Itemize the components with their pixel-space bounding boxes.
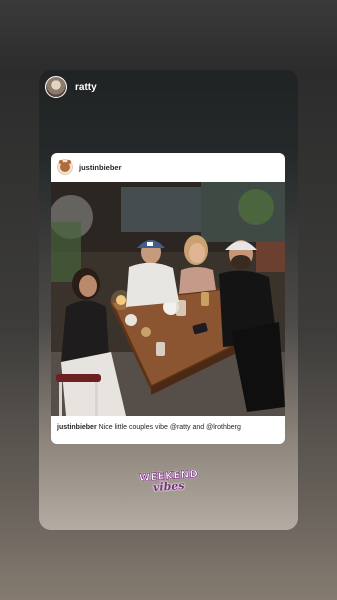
story-container: ratty justinbieber justinbieber Nice lit… [39, 70, 298, 530]
restaurant-photo-illustration [51, 182, 285, 416]
caption-text: Nice little couples vibe @ratty and @lro… [98, 424, 241, 431]
sticker-line-2: vibes [152, 478, 186, 495]
shared-post-card[interactable]: justinbieber justinbieber Nice little co… [51, 153, 285, 444]
story-avatar[interactable] [45, 76, 67, 98]
weekend-vibes-sticker: WEEKEND vibes [136, 467, 202, 497]
post-avatar[interactable] [57, 159, 73, 175]
post-header[interactable]: justinbieber [51, 153, 285, 181]
post-caption: justinbieber Nice little couples vibe @r… [57, 423, 279, 433]
story-header[interactable]: ratty [45, 76, 97, 98]
story-username[interactable]: ratty [75, 82, 97, 93]
post-photo[interactable] [51, 182, 285, 416]
bear-icon [59, 160, 71, 172]
post-username[interactable]: justinbieber [79, 163, 122, 172]
caption-username[interactable]: justinbieber [57, 424, 97, 431]
